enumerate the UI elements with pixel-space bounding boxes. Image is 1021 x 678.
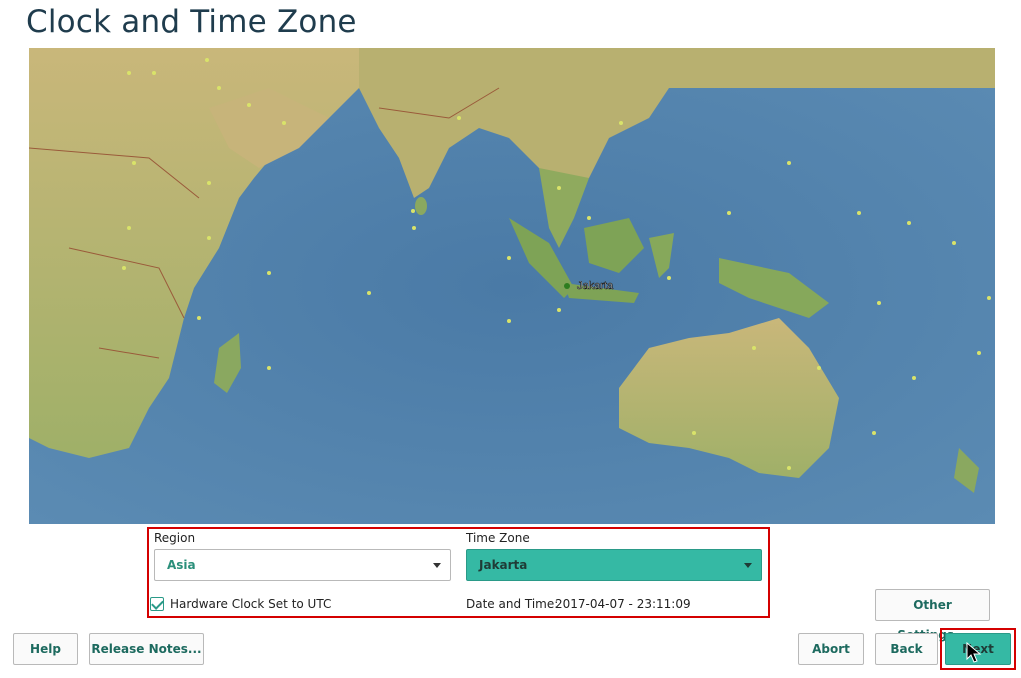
map-graphic[interactable]: Jakarta [29, 48, 995, 524]
datetime-value: 2017-04-07 - 23:11:09 [555, 597, 691, 611]
chevron-down-icon [744, 563, 752, 568]
region-value: Asia [167, 558, 196, 572]
region-dropdown[interactable]: Asia [154, 549, 451, 581]
hardware-clock-label[interactable]: Hardware Clock Set to UTC [170, 597, 331, 611]
timezone-label: Time Zone [466, 531, 530, 545]
timezone-dropdown[interactable]: Jakarta [466, 549, 762, 581]
back-button[interactable]: Back [875, 633, 938, 665]
datetime-label: Date and Time: [466, 597, 559, 611]
selected-city-marker[interactable] [564, 283, 570, 289]
hardware-clock-checkbox[interactable] [150, 597, 164, 611]
timezone-value: Jakarta [479, 558, 528, 572]
abort-button[interactable]: Abort [798, 633, 864, 665]
release-notes-button[interactable]: Release Notes... [89, 633, 204, 665]
chevron-down-icon [433, 563, 441, 568]
sri-lanka-landmass [415, 197, 427, 215]
mouse-cursor-icon [966, 642, 982, 663]
other-settings-button[interactable]: Other Settings... [875, 589, 990, 642]
help-button[interactable]: Help [13, 633, 78, 665]
region-label: Region [154, 531, 196, 545]
world-map[interactable]: Jakarta [29, 48, 995, 524]
selected-city-label: Jakarta [577, 280, 614, 292]
page-title: Clock and Time Zone [26, 4, 357, 40]
